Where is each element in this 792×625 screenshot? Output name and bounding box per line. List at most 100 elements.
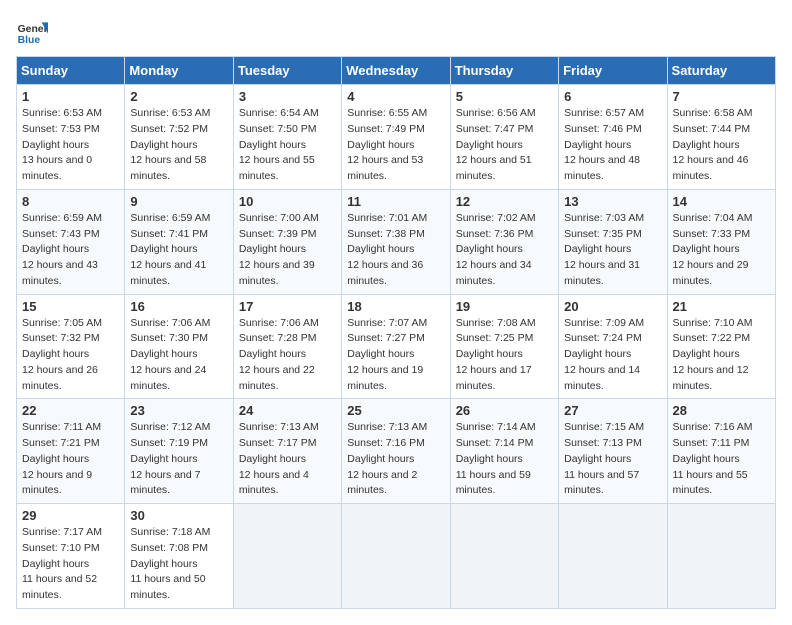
day-info: Sunrise: 7:06 AMSunset: 7:30 PMDaylight … [130,316,227,395]
day-number: 27 [564,403,661,418]
calendar-table: SundayMondayTuesdayWednesdayThursdayFrid… [16,56,776,609]
day-info: Sunrise: 7:07 AMSunset: 7:27 PMDaylight … [347,316,444,395]
calendar-cell: 14 Sunrise: 7:04 AMSunset: 7:33 PMDaylig… [667,189,775,294]
calendar-cell [450,504,558,609]
day-info: Sunrise: 7:06 AMSunset: 7:28 PMDaylight … [239,316,336,395]
svg-text:General: General [18,24,48,35]
day-info: Sunrise: 7:17 AMSunset: 7:10 PMDaylight … [22,525,119,604]
day-number: 29 [22,508,119,523]
week-row-2: 8 Sunrise: 6:59 AMSunset: 7:43 PMDayligh… [17,189,776,294]
day-info: Sunrise: 6:53 AMSunset: 7:52 PMDaylight … [130,106,227,185]
header-thursday: Thursday [450,57,558,85]
day-number: 20 [564,299,661,314]
day-info: Sunrise: 7:15 AMSunset: 7:13 PMDaylight … [564,420,661,499]
day-info: Sunrise: 6:58 AMSunset: 7:44 PMDaylight … [673,106,770,185]
logo-icon: General Blue [16,16,48,48]
day-info: Sunrise: 6:59 AMSunset: 7:41 PMDaylight … [130,211,227,290]
day-info: Sunrise: 7:11 AMSunset: 7:21 PMDaylight … [22,420,119,499]
weekday-header-row: SundayMondayTuesdayWednesdayThursdayFrid… [17,57,776,85]
calendar-cell: 30 Sunrise: 7:18 AMSunset: 7:08 PMDaylig… [125,504,233,609]
calendar-cell: 2 Sunrise: 6:53 AMSunset: 7:52 PMDayligh… [125,85,233,190]
calendar-cell: 27 Sunrise: 7:15 AMSunset: 7:13 PMDaylig… [559,399,667,504]
header-wednesday: Wednesday [342,57,450,85]
day-number: 7 [673,89,770,104]
day-info: Sunrise: 7:02 AMSunset: 7:36 PMDaylight … [456,211,553,290]
day-number: 11 [347,194,444,209]
day-info: Sunrise: 7:03 AMSunset: 7:35 PMDaylight … [564,211,661,290]
calendar-cell: 17 Sunrise: 7:06 AMSunset: 7:28 PMDaylig… [233,294,341,399]
day-number: 30 [130,508,227,523]
day-number: 17 [239,299,336,314]
week-row-5: 29 Sunrise: 7:17 AMSunset: 7:10 PMDaylig… [17,504,776,609]
day-number: 18 [347,299,444,314]
day-number: 13 [564,194,661,209]
day-number: 21 [673,299,770,314]
day-info: Sunrise: 7:04 AMSunset: 7:33 PMDaylight … [673,211,770,290]
calendar-cell: 8 Sunrise: 6:59 AMSunset: 7:43 PMDayligh… [17,189,125,294]
day-info: Sunrise: 7:16 AMSunset: 7:11 PMDaylight … [673,420,770,499]
calendar-cell: 20 Sunrise: 7:09 AMSunset: 7:24 PMDaylig… [559,294,667,399]
day-number: 10 [239,194,336,209]
day-info: Sunrise: 6:59 AMSunset: 7:43 PMDaylight … [22,211,119,290]
day-info: Sunrise: 7:14 AMSunset: 7:14 PMDaylight … [456,420,553,499]
calendar-cell [667,504,775,609]
calendar-cell: 4 Sunrise: 6:55 AMSunset: 7:49 PMDayligh… [342,85,450,190]
day-number: 19 [456,299,553,314]
day-info: Sunrise: 6:57 AMSunset: 7:46 PMDaylight … [564,106,661,185]
calendar-cell: 12 Sunrise: 7:02 AMSunset: 7:36 PMDaylig… [450,189,558,294]
calendar-cell: 10 Sunrise: 7:00 AMSunset: 7:39 PMDaylig… [233,189,341,294]
day-info: Sunrise: 6:54 AMSunset: 7:50 PMDaylight … [239,106,336,185]
calendar-cell: 11 Sunrise: 7:01 AMSunset: 7:38 PMDaylig… [342,189,450,294]
calendar-cell: 18 Sunrise: 7:07 AMSunset: 7:27 PMDaylig… [342,294,450,399]
day-info: Sunrise: 7:05 AMSunset: 7:32 PMDaylight … [22,316,119,395]
calendar-cell: 3 Sunrise: 6:54 AMSunset: 7:50 PMDayligh… [233,85,341,190]
day-info: Sunrise: 7:12 AMSunset: 7:19 PMDaylight … [130,420,227,499]
calendar-cell: 6 Sunrise: 6:57 AMSunset: 7:46 PMDayligh… [559,85,667,190]
day-number: 15 [22,299,119,314]
day-number: 6 [564,89,661,104]
calendar-cell [559,504,667,609]
week-row-3: 15 Sunrise: 7:05 AMSunset: 7:32 PMDaylig… [17,294,776,399]
day-number: 25 [347,403,444,418]
calendar-cell: 22 Sunrise: 7:11 AMSunset: 7:21 PMDaylig… [17,399,125,504]
calendar-cell: 23 Sunrise: 7:12 AMSunset: 7:19 PMDaylig… [125,399,233,504]
header-tuesday: Tuesday [233,57,341,85]
day-info: Sunrise: 6:56 AMSunset: 7:47 PMDaylight … [456,106,553,185]
header-saturday: Saturday [667,57,775,85]
calendar-cell: 1 Sunrise: 6:53 AMSunset: 7:53 PMDayligh… [17,85,125,190]
day-number: 3 [239,89,336,104]
calendar-cell: 25 Sunrise: 7:13 AMSunset: 7:16 PMDaylig… [342,399,450,504]
day-info: Sunrise: 7:08 AMSunset: 7:25 PMDaylight … [456,316,553,395]
day-number: 5 [456,89,553,104]
calendar-cell: 21 Sunrise: 7:10 AMSunset: 7:22 PMDaylig… [667,294,775,399]
header-monday: Monday [125,57,233,85]
day-info: Sunrise: 7:13 AMSunset: 7:16 PMDaylight … [347,420,444,499]
day-info: Sunrise: 6:55 AMSunset: 7:49 PMDaylight … [347,106,444,185]
week-row-4: 22 Sunrise: 7:11 AMSunset: 7:21 PMDaylig… [17,399,776,504]
day-number: 9 [130,194,227,209]
day-number: 22 [22,403,119,418]
day-info: Sunrise: 7:10 AMSunset: 7:22 PMDaylight … [673,316,770,395]
calendar-cell: 19 Sunrise: 7:08 AMSunset: 7:25 PMDaylig… [450,294,558,399]
day-number: 14 [673,194,770,209]
week-row-1: 1 Sunrise: 6:53 AMSunset: 7:53 PMDayligh… [17,85,776,190]
day-number: 26 [456,403,553,418]
day-info: Sunrise: 7:01 AMSunset: 7:38 PMDaylight … [347,211,444,290]
calendar-cell: 16 Sunrise: 7:06 AMSunset: 7:30 PMDaylig… [125,294,233,399]
day-number: 23 [130,403,227,418]
day-info: Sunrise: 7:00 AMSunset: 7:39 PMDaylight … [239,211,336,290]
day-info: Sunrise: 7:18 AMSunset: 7:08 PMDaylight … [130,525,227,604]
day-info: Sunrise: 7:13 AMSunset: 7:17 PMDaylight … [239,420,336,499]
header-sunday: Sunday [17,57,125,85]
day-number: 8 [22,194,119,209]
day-number: 24 [239,403,336,418]
calendar-cell [342,504,450,609]
day-info: Sunrise: 6:53 AMSunset: 7:53 PMDaylight … [22,106,119,185]
day-number: 12 [456,194,553,209]
calendar-cell: 7 Sunrise: 6:58 AMSunset: 7:44 PMDayligh… [667,85,775,190]
header: General Blue [16,16,776,48]
calendar-cell: 5 Sunrise: 6:56 AMSunset: 7:47 PMDayligh… [450,85,558,190]
calendar-cell: 28 Sunrise: 7:16 AMSunset: 7:11 PMDaylig… [667,399,775,504]
calendar-cell [233,504,341,609]
calendar-cell: 13 Sunrise: 7:03 AMSunset: 7:35 PMDaylig… [559,189,667,294]
